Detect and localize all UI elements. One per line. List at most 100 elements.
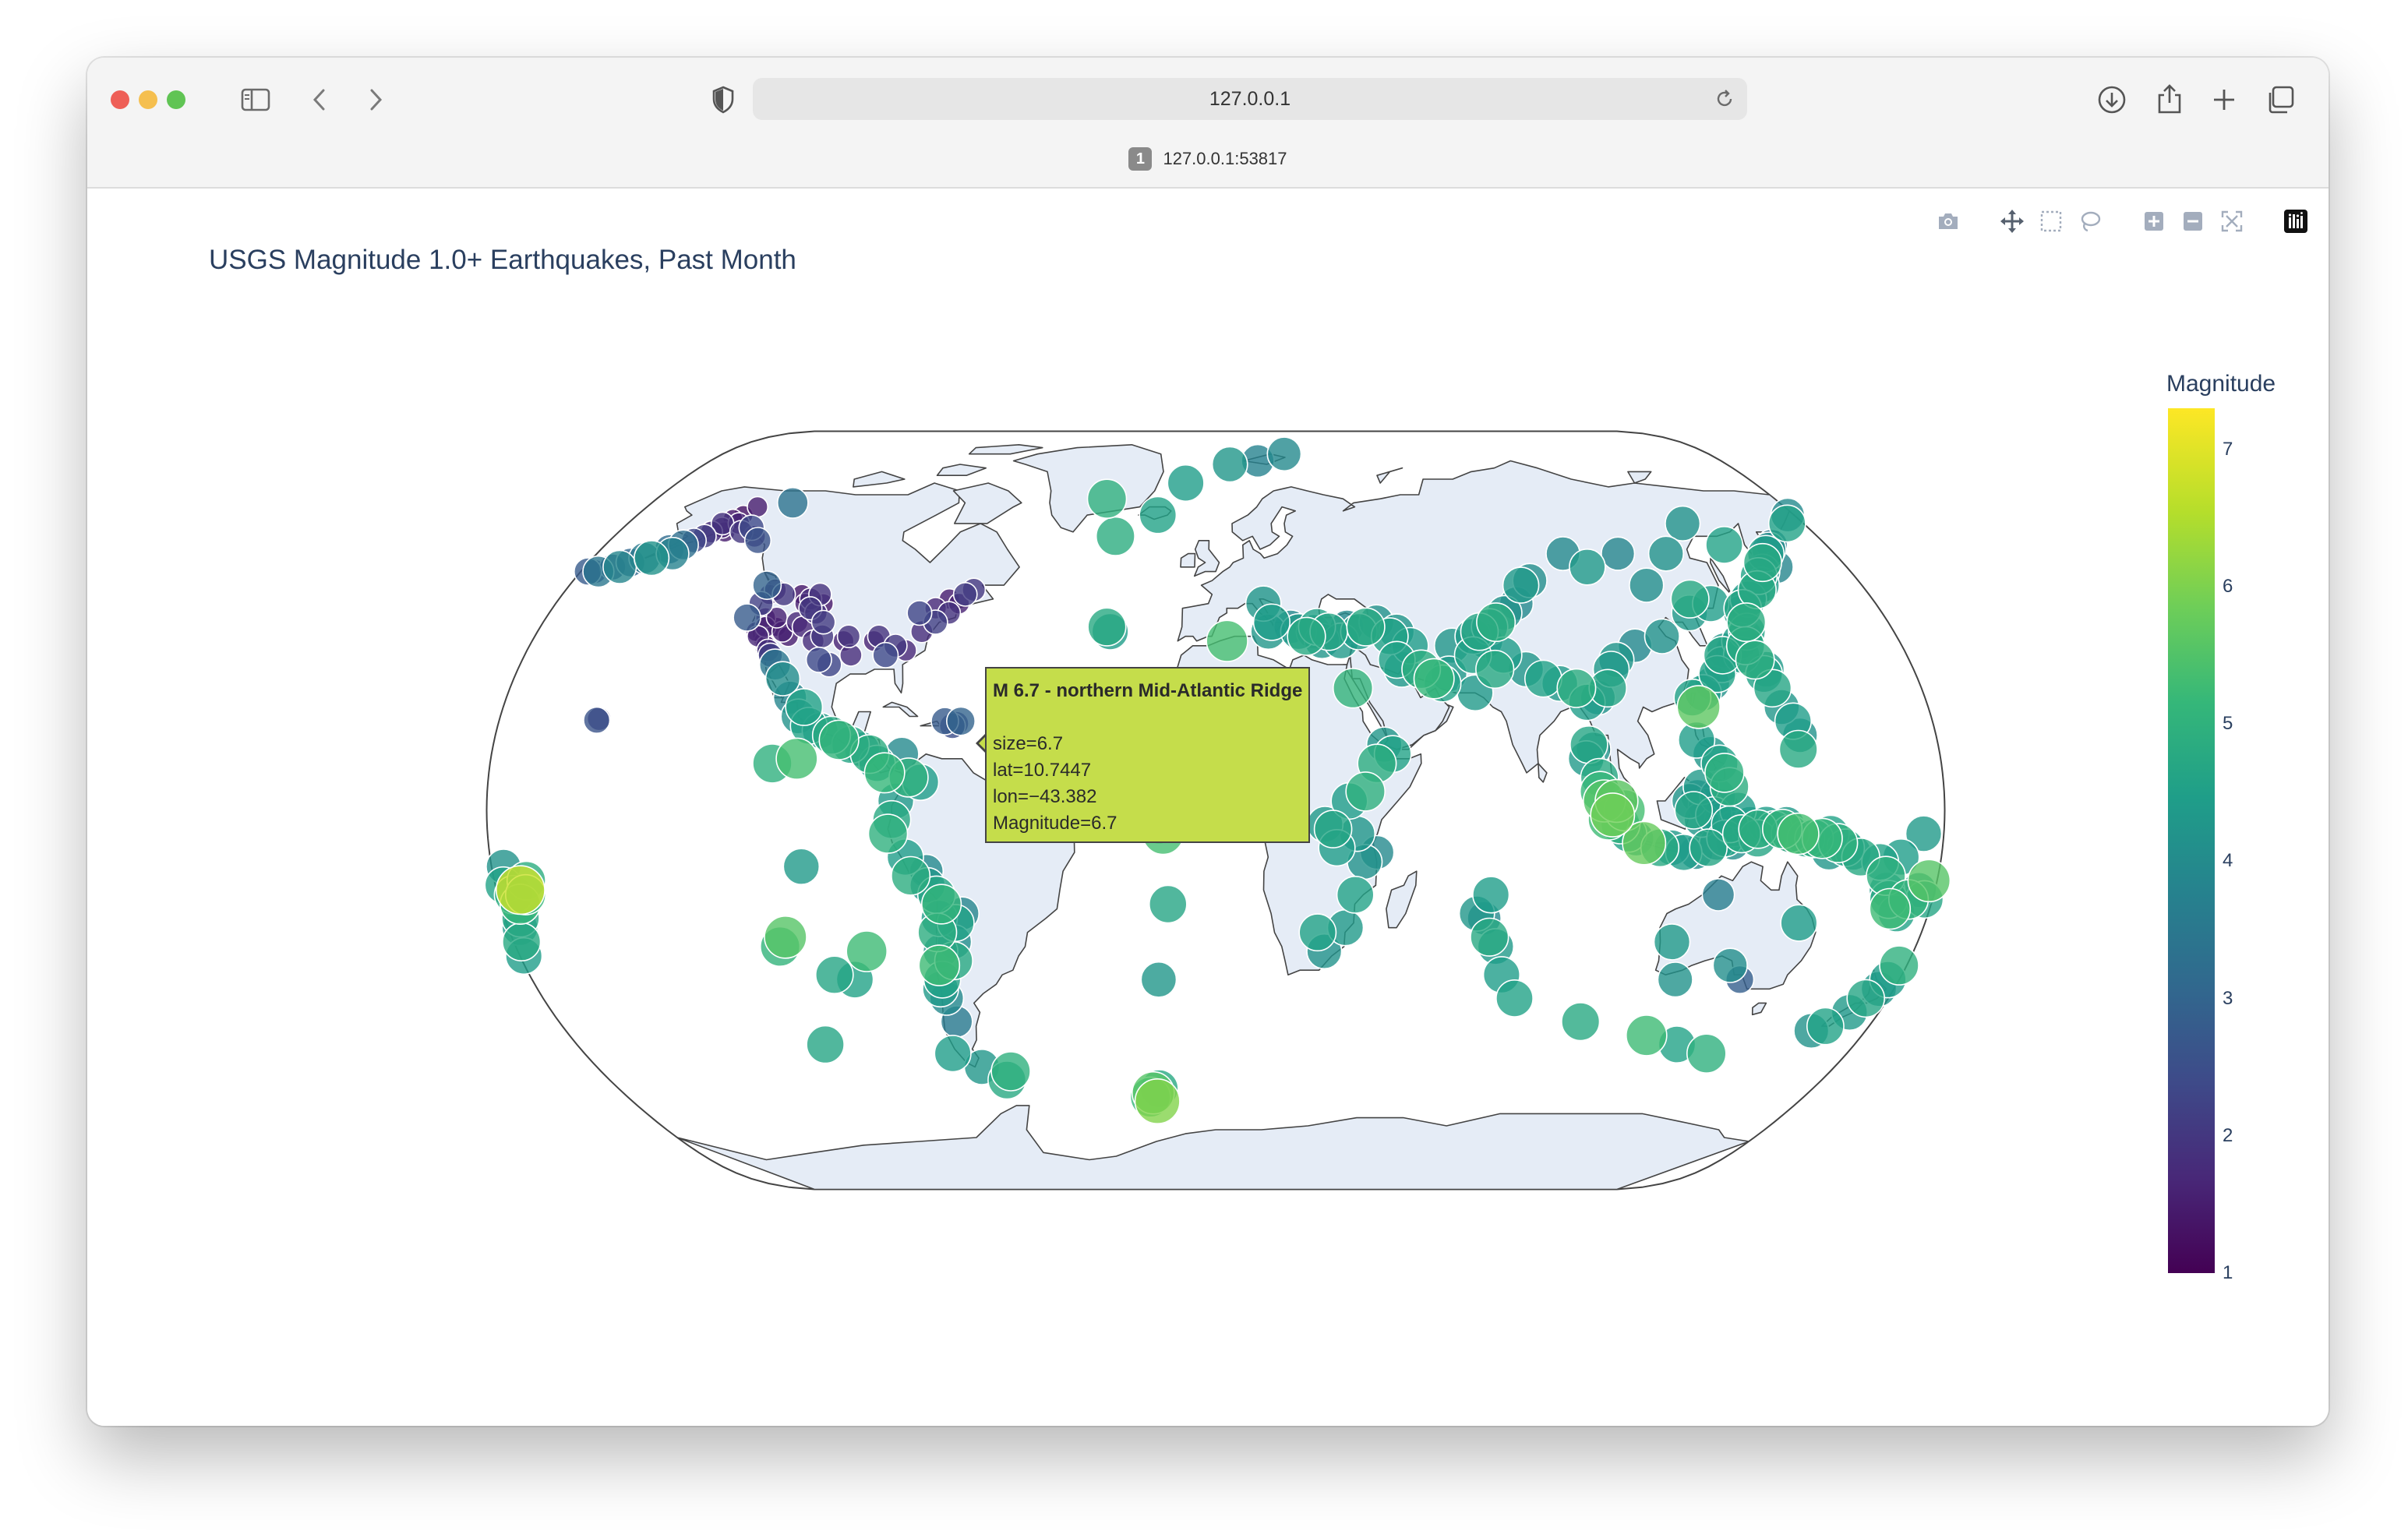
earthquake-marker[interactable] [867,813,909,854]
earthquake-marker[interactable] [1653,923,1691,961]
earthquake-marker[interactable] [1869,887,1912,930]
earthquake-marker[interactable] [752,570,782,601]
share-icon[interactable] [2152,81,2187,117]
earthquake-marker[interactable] [934,1035,972,1073]
earthquake-marker[interactable] [496,865,546,915]
earthquake-marker[interactable] [1676,685,1721,729]
earthquake-marker[interactable] [918,944,961,986]
box-select-icon[interactable] [2037,207,2065,235]
earthquake-marker[interactable] [818,719,860,760]
earthquake-marker[interactable] [1674,791,1714,830]
earthquake-marker[interactable] [1139,496,1178,534]
earthquake-marker[interactable] [1907,859,1951,903]
earthquake-marker[interactable] [785,688,824,726]
earthquake-marker[interactable] [1806,1007,1845,1046]
earthquake-marker[interactable] [1689,828,1728,867]
earthquake-marker[interactable] [1252,603,1291,641]
tabs-overview-icon[interactable] [2263,83,2297,117]
earthquake-marker[interactable] [1561,1002,1601,1042]
earthquake-marker[interactable] [1298,913,1337,952]
earthquake-marker[interactable] [1332,668,1374,709]
chevron-left-icon[interactable] [305,86,334,114]
earthquake-marker[interactable] [1266,436,1302,472]
address-bar[interactable]: 127.0.0.1 [753,78,1747,120]
chevron-right-icon[interactable] [362,86,390,114]
download-icon[interactable] [2095,83,2129,117]
shield-icon[interactable] [709,84,737,115]
earthquake-marker[interactable] [1647,535,1684,572]
earthquake-marker[interactable] [1735,640,1775,680]
earthquake-marker[interactable] [1475,649,1515,690]
tab-strip[interactable]: 1 127.0.0.1:53817 [87,143,2329,175]
earthquake-marker[interactable] [836,624,861,649]
earthquake-marker[interactable] [1626,1014,1668,1056]
earthquake-marker[interactable] [602,549,637,584]
earthquake-marker[interactable] [1879,945,1919,986]
earthquake-marker[interactable] [1569,725,1608,764]
zoom-dot[interactable] [167,90,185,109]
earthquake-marker[interactable] [1777,812,1820,855]
earthquake-marker[interactable] [782,848,821,886]
earthquake-marker[interactable] [743,527,772,555]
minimize-dot[interactable] [139,90,157,109]
zoom-out-icon[interactable] [2179,207,2207,235]
close-dot[interactable] [111,90,129,109]
earthquake-marker[interactable] [846,930,888,972]
earthquake-marker[interactable] [863,752,906,794]
earthquake-marker[interactable] [906,600,933,626]
earthquake-marker[interactable] [1665,505,1701,542]
camera-icon[interactable] [1934,207,1962,235]
earthquake-marker[interactable] [1670,579,1710,619]
tab-title[interactable]: 127.0.0.1:53817 [1163,149,1287,169]
earthquake-marker[interactable] [1705,525,1744,564]
earthquake-marker[interactable] [1134,1078,1181,1125]
earthquake-marker[interactable] [1742,542,1782,583]
earthquake-marker[interactable] [891,855,931,896]
earthquake-marker[interactable] [583,706,611,735]
earthquake-marker[interactable] [747,496,769,518]
earthquake-marker[interactable] [805,646,832,673]
reset-view-icon[interactable] [2218,207,2246,235]
earthquake-marker[interactable] [952,582,978,607]
earthquake-marker[interactable] [1601,536,1636,571]
earthquake-marker[interactable] [1767,504,1806,543]
earthquake-marker[interactable] [764,915,807,959]
lasso-icon[interactable] [2076,207,2104,235]
earthquake-marker[interactable] [1780,904,1818,942]
earthquake-marker[interactable] [1476,602,1516,643]
earthquake-marker[interactable] [1336,876,1375,914]
earthquake-marker[interactable] [1502,566,1540,604]
earthquake-marker[interactable] [1346,607,1386,647]
earthquake-marker[interactable] [1287,616,1326,656]
earthquake-marker[interactable] [1167,464,1205,503]
earthquake-marker[interactable] [1556,668,1597,708]
earthquake-marker[interactable] [733,603,761,632]
earthquake-marker[interactable] [1846,979,1885,1018]
earthquake-marker[interactable] [1470,917,1509,957]
earthquake-marker[interactable] [1149,884,1188,924]
earthquake-marker[interactable] [502,922,542,962]
earthquake-marker[interactable] [810,609,836,635]
earthquake-marker[interactable] [1140,961,1178,998]
earthquake-marker[interactable] [1524,659,1562,698]
earthquake-marker[interactable] [1206,619,1248,662]
earthquake-marker[interactable] [1211,446,1248,483]
earthquake-marker[interactable] [1495,979,1534,1018]
plotly-logo-icon[interactable] [2282,207,2310,235]
earthquake-marker[interactable] [1704,753,1745,793]
earthquake-marker[interactable] [1686,1033,1727,1074]
earthquake-marker[interactable] [1644,618,1680,654]
earthquake-marker[interactable] [1086,478,1128,520]
sidebar-icon[interactable] [240,86,271,114]
earthquake-marker[interactable] [872,641,899,668]
earthquake-marker[interactable] [1701,878,1735,912]
zoom-in-icon[interactable] [2140,207,2168,235]
earthquake-marker[interactable] [1657,961,1693,998]
earthquake-marker[interactable] [814,955,854,995]
earthquake-marker[interactable] [1590,792,1636,838]
earthquake-marker[interactable] [920,884,962,925]
earthquake-marker[interactable] [633,540,670,577]
earthquake-marker[interactable] [1313,810,1353,848]
earthquake-marker[interactable] [1413,658,1455,700]
earthquake-marker[interactable] [946,706,976,736]
